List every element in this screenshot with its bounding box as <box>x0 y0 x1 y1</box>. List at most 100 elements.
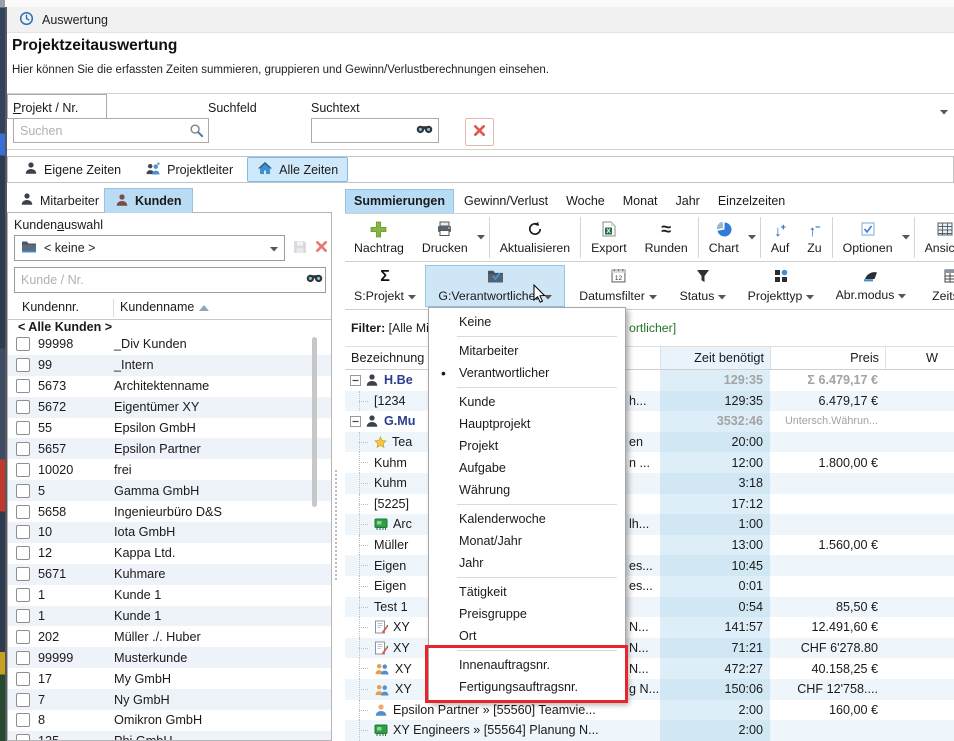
result-row[interactable]: XY Engineers » [55564] Planung N... 2:00 <box>345 720 954 741</box>
customer-checkbox[interactable] <box>16 337 30 351</box>
customer-row[interactable]: 99 _Intern <box>8 355 331 376</box>
customer-checkbox[interactable] <box>16 379 30 393</box>
expander-icon[interactable] <box>350 416 361 427</box>
column-kundennr[interactable]: Kundennr. <box>22 300 79 314</box>
menu-item[interactable]: Währung <box>429 479 625 501</box>
grouping-toolbar-button[interactable]: 12 Datumsfilter <box>567 265 669 307</box>
toolbar-button[interactable]: ↑− Zu <box>798 214 830 261</box>
grouping-toolbar-button[interactable]: Status <box>671 265 735 307</box>
scope-tab[interactable]: Alle Zeiten <box>247 157 348 182</box>
customer-checkbox[interactable] <box>16 672 30 686</box>
dropdown-arrow-icon[interactable] <box>649 289 657 303</box>
tab-kunden[interactable]: Kunden <box>104 188 193 213</box>
customer-checkbox[interactable] <box>16 651 30 665</box>
menu-item[interactable]: Preisgruppe <box>429 603 625 625</box>
menu-item[interactable]: Ort <box>429 625 625 647</box>
customer-checkbox[interactable] <box>16 463 30 477</box>
customer-row[interactable]: 55 Epsilon GmbH <box>8 418 331 439</box>
expander-icon[interactable] <box>350 375 361 386</box>
toolbar-dropdown-arrow[interactable] <box>748 214 759 261</box>
grouping-toolbar-button[interactable]: Abr.modus <box>827 265 915 307</box>
toolbar-button[interactable]: Ansicht <box>916 214 954 261</box>
scope-tab[interactable]: Projektleiter <box>135 158 243 182</box>
kundenauswahl-select[interactable]: < keine > <box>14 235 285 261</box>
customer-checkbox[interactable] <box>16 421 30 435</box>
scrollbar-thumb[interactable] <box>312 337 317 507</box>
column-waehrung[interactable]: W <box>885 347 954 369</box>
dropdown-arrow-icon[interactable] <box>898 288 906 302</box>
column-kundenname[interactable]: Kundenname <box>120 300 209 314</box>
customer-row[interactable]: 5671 Kuhmare <box>8 564 331 585</box>
menu-item[interactable]: Keine <box>429 311 625 333</box>
dropdown-arrow-icon[interactable] <box>408 289 416 303</box>
menu-item[interactable]: Kalenderwoche <box>429 508 625 530</box>
customer-checkbox[interactable] <box>16 442 30 456</box>
toolbar-dropdown-arrow[interactable] <box>902 214 913 261</box>
column-zeit-benoetigt[interactable]: Zeit benötigt <box>660 347 770 369</box>
dropdown-arrow-icon[interactable] <box>718 289 726 303</box>
project-search-input[interactable] <box>13 118 209 143</box>
customer-row[interactable]: 1 Kunde 1 <box>8 585 331 606</box>
grouping-toolbar-button[interactable]: Zeitst.s <box>917 265 954 307</box>
menu-item[interactable]: Hauptprojekt <box>429 413 625 435</box>
menu-item[interactable]: Jahr <box>429 552 625 574</box>
customer-checkbox[interactable] <box>16 734 30 740</box>
result-tab[interactable]: Woche <box>558 190 613 213</box>
customer-checkbox[interactable] <box>16 484 30 498</box>
customer-row[interactable]: 12 Kappa Ltd. <box>8 543 331 564</box>
menu-item[interactable]: Aufgabe <box>429 457 625 479</box>
result-tab[interactable]: Einzelzeiten <box>710 190 793 213</box>
customer-row[interactable]: 1 Kunde 1 <box>8 606 331 627</box>
menu-item[interactable]: • Verantwortlicher <box>429 362 625 384</box>
customer-row[interactable]: 5673 Architektenname <box>8 376 331 397</box>
binoculars-icon[interactable] <box>306 272 323 286</box>
customer-row[interactable]: 99998 _Div Kunden <box>8 334 331 355</box>
toolbar-button[interactable]: Nachtrag <box>345 214 413 261</box>
customer-row[interactable]: 7 Ny GmbH <box>8 689 331 710</box>
search-icon[interactable] <box>189 123 207 139</box>
result-tab[interactable]: Summierungen <box>345 189 454 213</box>
save-selection-button[interactable] <box>289 237 311 259</box>
column-preis[interactable]: Preis <box>770 347 885 369</box>
customer-checkbox[interactable] <box>16 546 30 560</box>
customer-row[interactable]: 125 Phi GmbH <box>8 731 331 740</box>
customer-row[interactable]: 10 Iota GmbH <box>8 522 331 543</box>
customer-row[interactable]: 5672 Eigentümer XY <box>8 397 331 418</box>
menu-item[interactable]: Monat/Jahr <box>429 530 625 552</box>
customer-checkbox[interactable] <box>16 588 30 602</box>
toolbar-dropdown-arrow[interactable] <box>477 214 488 261</box>
customer-row[interactable]: 202 Müller ./. Huber <box>8 626 331 647</box>
customer-row[interactable]: 8 Omikron GmbH <box>8 710 331 731</box>
toolbar-button[interactable]: Optionen <box>834 214 902 261</box>
customer-checkbox[interactable] <box>16 525 30 539</box>
customer-row[interactable]: 5 Gamma GmbH <box>8 480 331 501</box>
kunde-search-input[interactable] <box>14 267 326 293</box>
toolbar-button[interactable]: Chart <box>700 214 748 261</box>
customer-checkbox[interactable] <box>16 713 30 727</box>
scope-tab[interactable]: Eigene Zeiten <box>14 157 131 182</box>
customer-row[interactable]: 5658 Ingenieurbüro D&S <box>8 501 331 522</box>
customer-checkbox[interactable] <box>16 609 30 623</box>
menu-item[interactable]: Tätigkeit <box>429 581 625 603</box>
toolbar-button[interactable]: Aktualisieren <box>491 214 579 261</box>
grouping-toolbar-button[interactable]: Σ S:Projekt <box>347 265 423 307</box>
result-tab[interactable]: Jahr <box>668 190 708 213</box>
toolbar-button[interactable]: ↓+ Auf <box>762 214 798 261</box>
tab-mitarbeiter[interactable]: Mitarbeiter <box>10 188 109 213</box>
grouping-toolbar-button[interactable]: Projekttyp <box>737 265 825 307</box>
customer-checkbox[interactable] <box>16 567 30 581</box>
menu-item[interactable]: Projekt <box>429 435 625 457</box>
customer-row[interactable]: 99999 Musterkunde <box>8 647 331 668</box>
customer-checkbox[interactable] <box>16 400 30 414</box>
customer-checkbox[interactable] <box>16 693 30 707</box>
dropdown-arrow-icon[interactable] <box>806 289 814 303</box>
all-kunden-row[interactable]: < Alle Kunden > <box>8 320 331 334</box>
customer-row[interactable]: 17 My GmbH <box>8 668 331 689</box>
clear-search-button[interactable] <box>465 118 494 146</box>
customer-checkbox[interactable] <box>16 358 30 372</box>
menu-item[interactable]: Mitarbeiter <box>429 340 625 362</box>
customer-row[interactable]: 5657 Epsilon Partner <box>8 438 331 459</box>
clear-selection-button[interactable] <box>312 237 330 259</box>
customer-row[interactable]: 10020 frei <box>8 459 331 480</box>
customer-checkbox[interactable] <box>16 630 30 644</box>
